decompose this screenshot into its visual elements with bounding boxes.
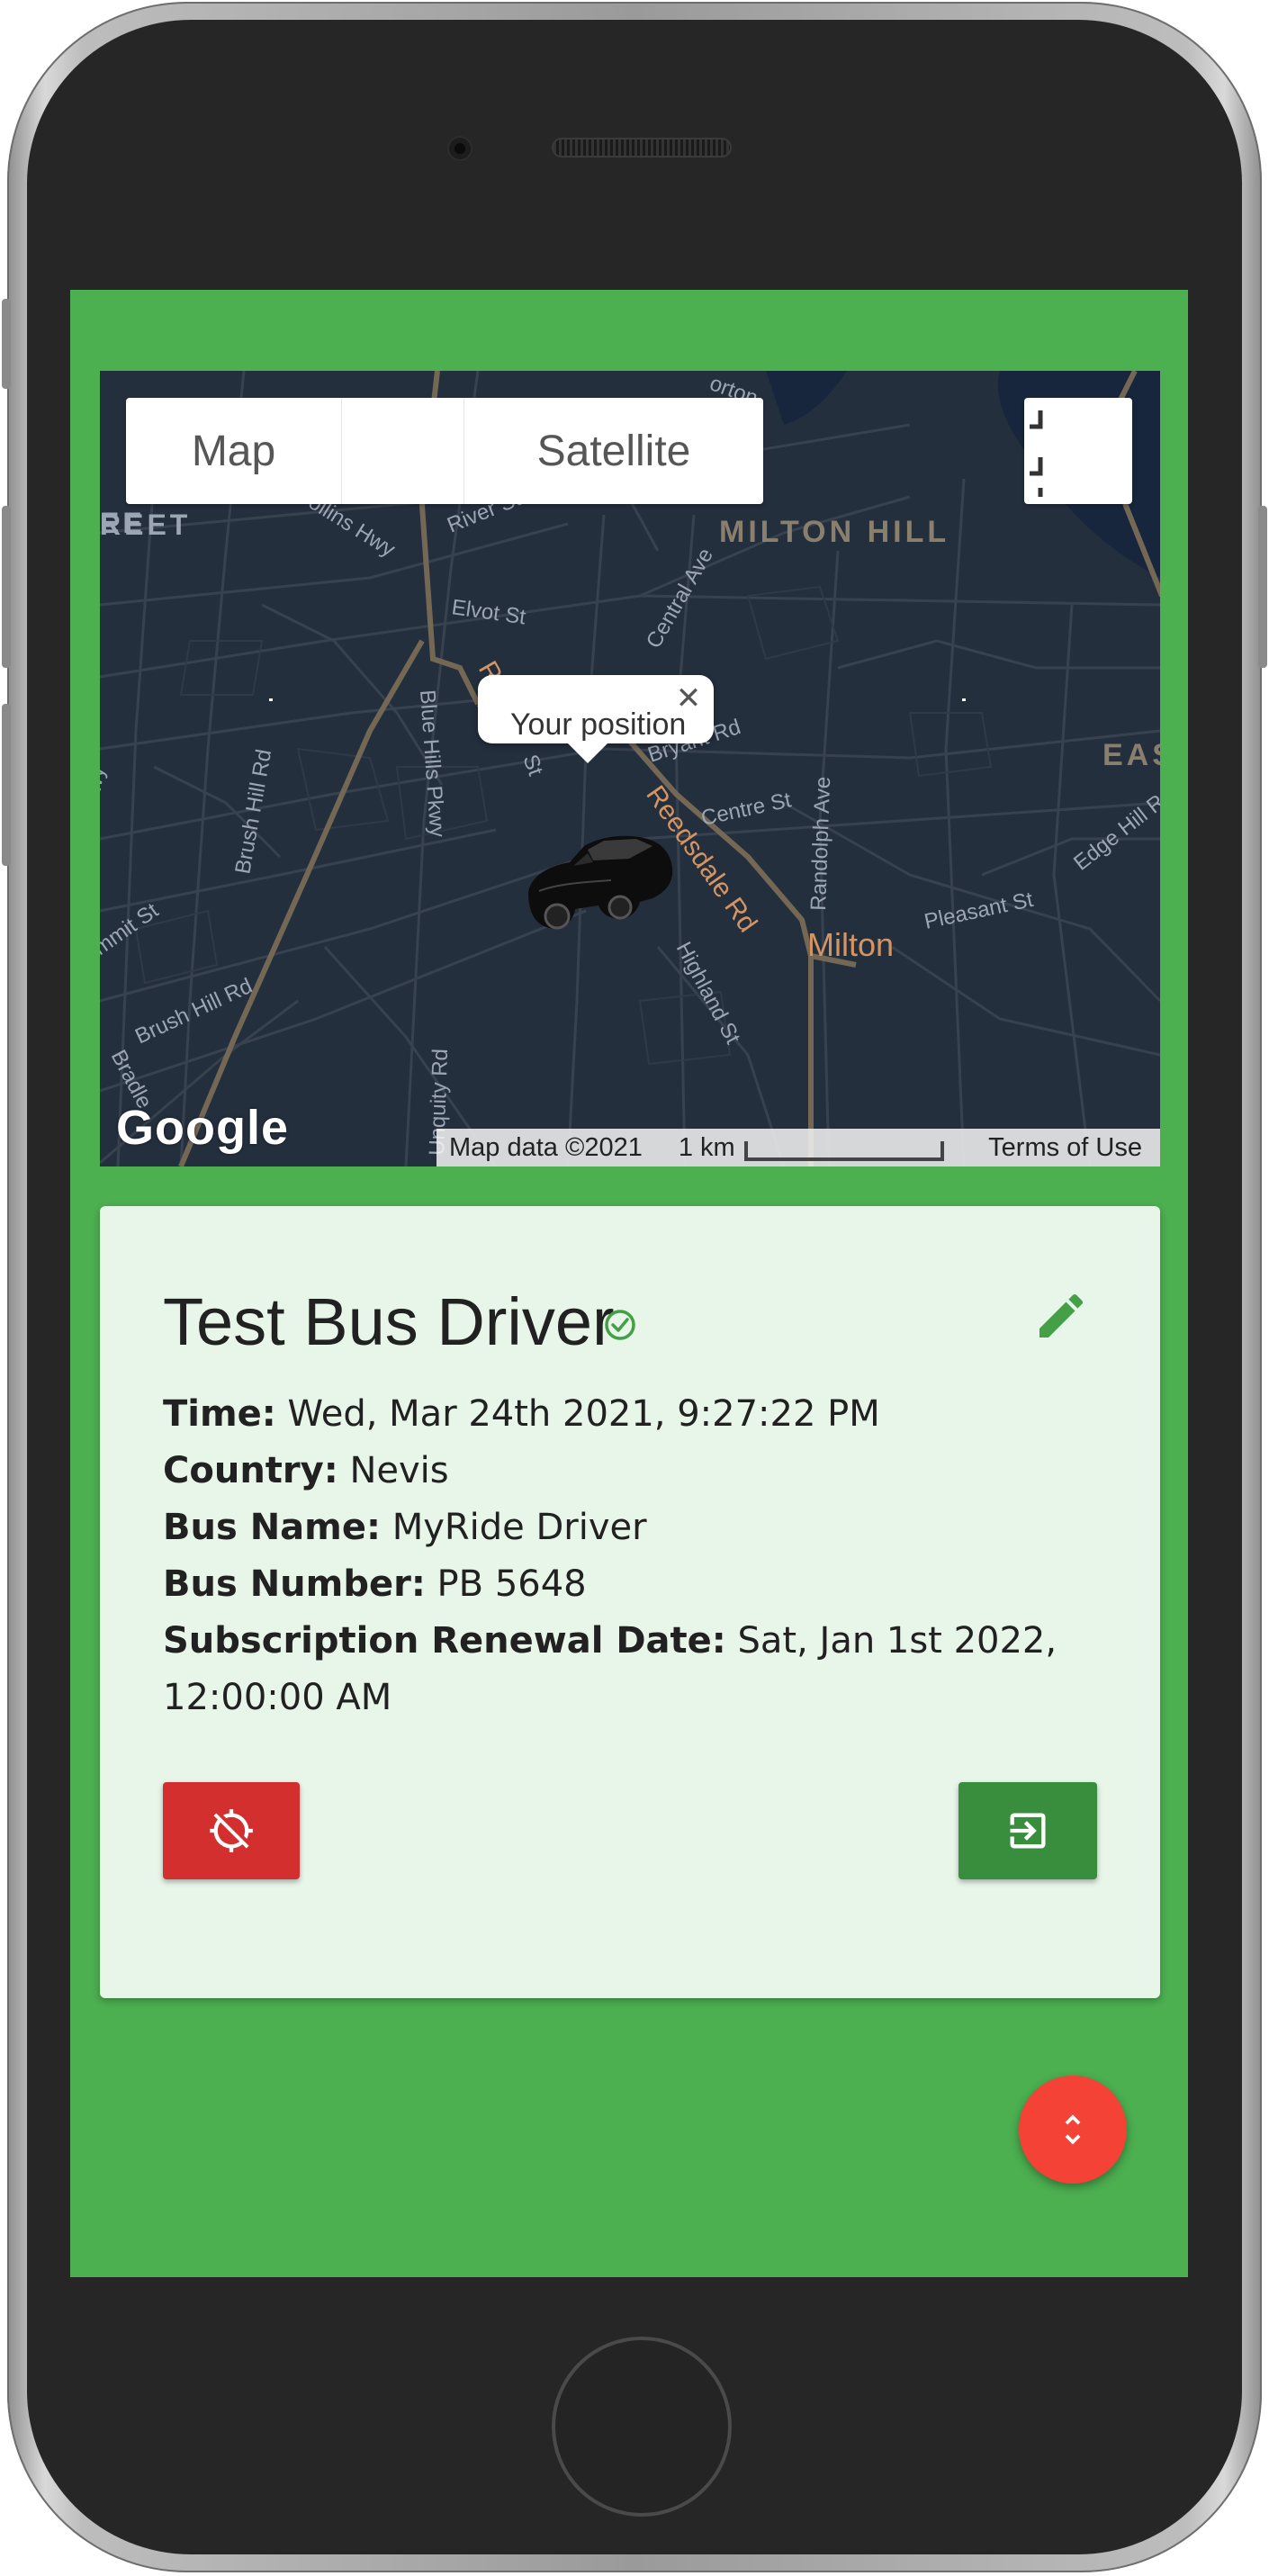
pencil-icon[interactable] (1032, 1287, 1090, 1345)
detail-country: Country: Nevis (163, 1443, 1108, 1500)
google-logo: Google (116, 1101, 289, 1155)
label-central-ave: Central Ave (642, 544, 718, 653)
power-button (1258, 506, 1267, 668)
label-brush-hill-rd-2: Brush Hill Rd (131, 974, 256, 1049)
label-centre-st: Centre St (699, 788, 794, 831)
volume-up-button (2, 506, 11, 668)
scale-bar (743, 1141, 944, 1161)
info-window: Your position ✕ (478, 675, 714, 763)
label-edge-hill-rd: Edge Hill R (1069, 790, 1160, 876)
fullscreen-icon (1030, 410, 1043, 497)
unfold-more-icon (1065, 2114, 1081, 2145)
scale-label: 1 km (678, 1132, 735, 1162)
detail-time: Time: Wed, Mar 24th 2021, 9:27:22 PM (163, 1386, 1108, 1443)
check-circle-outline-icon (605, 1310, 635, 1340)
map-data-text: Map data ©2021 (449, 1132, 643, 1162)
location-disabled-icon (210, 1809, 253, 1852)
label-st: St (518, 752, 547, 779)
app-screen: EE REET MILTON HILL EAS Milton Reedsdale… (70, 290, 1188, 2277)
detail-value: Nevis (349, 1450, 449, 1491)
driver-name: Test Bus Driver (163, 1284, 615, 1359)
label-wy: wy (100, 764, 110, 796)
label-elvot-st: Elvot St (450, 595, 527, 629)
front-camera (447, 136, 472, 161)
map-attribution: Map data ©2021 1 km Terms of Use (436, 1129, 1160, 1166)
label-milton-hill: MILTON HILL (719, 515, 950, 549)
volume-down-button (2, 704, 11, 866)
map-type-map-button[interactable]: Map (126, 398, 342, 504)
label-milton: Milton (807, 926, 894, 963)
detail-label: Bus Name: (163, 1507, 381, 1548)
map-type-spacer (342, 398, 464, 504)
expand-fab-button[interactable] (1019, 2076, 1127, 2184)
driver-info-card: Test Bus Driver Time: Wed, Mar 24th 2021… (100, 1206, 1160, 1998)
label-highland-st: Highland St (671, 938, 745, 1049)
home-button[interactable] (552, 2337, 732, 2517)
detail-label: Bus Number: (163, 1563, 426, 1605)
detail-label: Country: (163, 1450, 338, 1491)
detail-bus-number: Bus Number: PB 5648 (163, 1556, 1108, 1613)
terms-of-use-link[interactable]: Terms of Use (988, 1133, 1142, 1163)
close-icon[interactable]: ✕ (669, 679, 708, 718)
detail-subscription-renewal: Subscription Renewal Date: Sat, Jan 1st … (163, 1613, 1108, 1726)
exit-to-app-icon (1010, 1813, 1046, 1849)
label-brush-hill-rd: Brush Hill Rd (230, 747, 276, 876)
detail-label: Time: (163, 1393, 276, 1435)
logout-button[interactable] (958, 1782, 1097, 1879)
car-marker-icon[interactable] (521, 830, 676, 938)
detail-label: Subscription Renewal Date: (163, 1620, 726, 1662)
detail-value: Wed, Mar 24th 2021, 9:27:22 PM (287, 1393, 880, 1435)
detail-value: PB 5648 (436, 1563, 587, 1605)
mute-switch (2, 299, 11, 389)
label-east: EAS (1102, 738, 1160, 772)
detail-bus-name: Bus Name: MyRide Driver (163, 1500, 1108, 1556)
map-view[interactable]: EE REET MILTON HILL EAS Milton Reedsdale… (100, 371, 1160, 1166)
stop-tracking-button[interactable] (163, 1782, 300, 1879)
map-type-control: Map Satellite (126, 398, 763, 504)
detail-value: MyRide Driver (392, 1507, 647, 1548)
driver-details: Time: Wed, Mar 24th 2021, 9:27:22 PM Cou… (163, 1386, 1108, 1726)
label-randolph-ave: Randolph Ave (806, 776, 835, 911)
label-reet: REET (100, 509, 191, 541)
label-summit-st: mmit St (100, 898, 163, 960)
earpiece-speaker (552, 138, 732, 158)
label-blue-hills-pkwy: Blue Hills Pkwy (415, 689, 449, 839)
label-pleasant-st: Pleasant St (922, 887, 1036, 934)
map-type-satellite-button[interactable]: Satellite (464, 398, 763, 504)
info-window-text: Your position (510, 707, 687, 742)
fullscreen-button[interactable] (1024, 398, 1132, 504)
